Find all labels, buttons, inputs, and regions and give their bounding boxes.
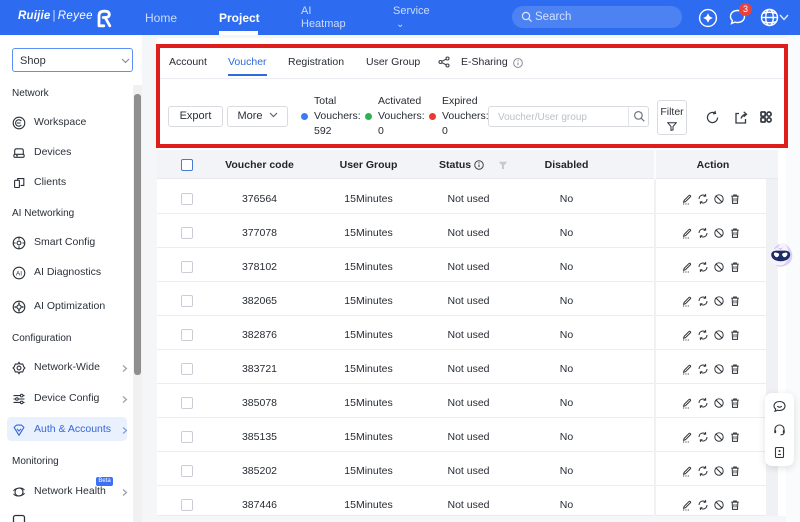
svg-text:AI: AI	[16, 270, 22, 277]
